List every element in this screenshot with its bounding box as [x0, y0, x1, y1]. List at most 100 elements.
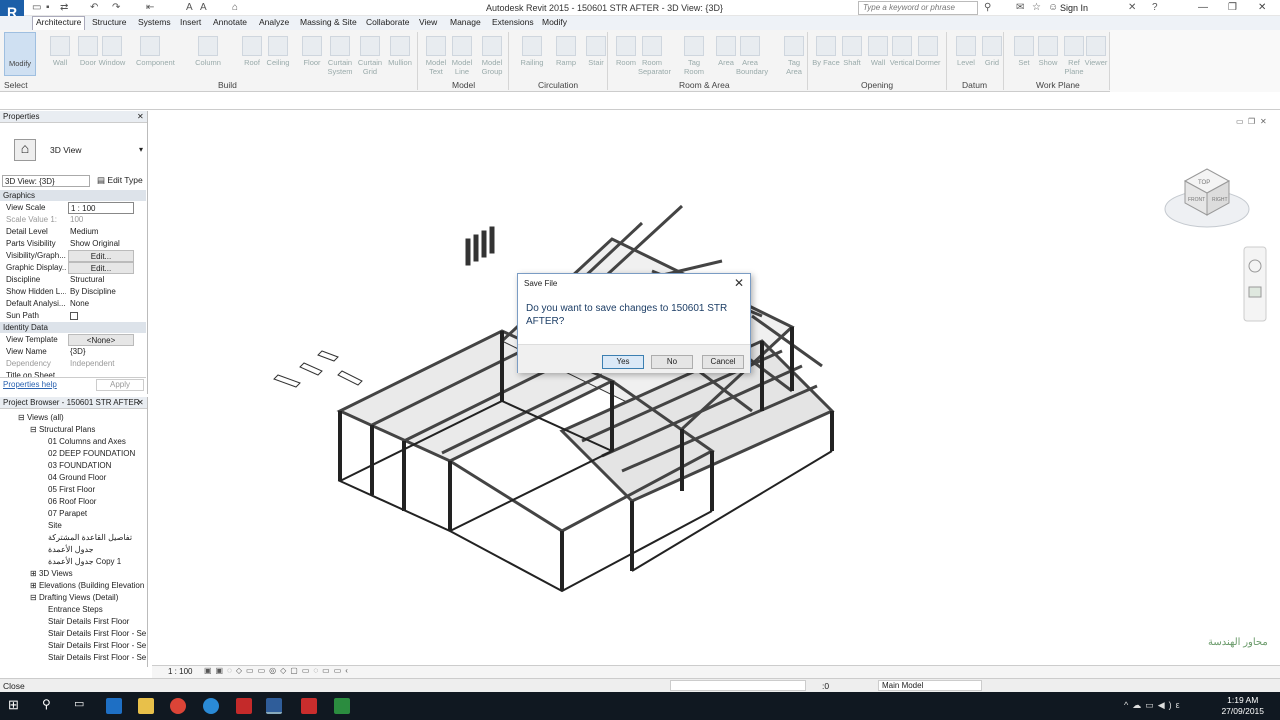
filter-count[interactable]: :0	[822, 681, 829, 691]
property-row[interactable]: Dependency Independent	[0, 358, 134, 370]
tab-extensions[interactable]: Extensions	[492, 17, 534, 27]
apply-button[interactable]: Apply	[96, 379, 144, 391]
viewport-restore-icon[interactable]: ❐	[1248, 117, 1255, 126]
viewport-close-icon[interactable]: ✕	[1260, 117, 1267, 126]
system-tray-icons[interactable]: ^☁▭◀)ε	[1124, 700, 1184, 711]
redo-icon[interactable]: ↷	[112, 2, 120, 14]
property-value[interactable]: 1 : 100	[68, 202, 134, 214]
tab-modify[interactable]: Modify	[542, 17, 567, 27]
browser-item[interactable]: Stair Details First Floor - Se	[48, 641, 146, 650]
browser-item[interactable]: 04 Ground Floor	[48, 473, 106, 482]
browser-item[interactable]: 05 First Floor	[48, 485, 95, 494]
property-row[interactable]: View Template <None>	[0, 334, 134, 346]
ribbon-button-vertical[interactable]: Vertical	[888, 34, 916, 82]
property-row[interactable]: Default Analysi... None	[0, 298, 134, 310]
group-identity-data[interactable]: Identity Data	[0, 322, 146, 333]
internet-explorer-icon[interactable]	[203, 698, 219, 714]
property-row[interactable]: Detail Level Medium	[0, 226, 134, 238]
design-option-selector[interactable]: Main Model	[878, 680, 982, 691]
task-view-icon[interactable]: ▭	[74, 697, 84, 710]
ribbon-button-stair[interactable]: Stair	[582, 34, 610, 82]
tab-structure[interactable]: Structure	[92, 17, 127, 27]
start-icon[interactable]: ⊞	[8, 697, 19, 713]
pdf-reader-icon[interactable]	[301, 698, 317, 714]
view-scale[interactable]: 1 : 100	[168, 667, 192, 676]
cancel-button[interactable]: Cancel	[702, 355, 744, 369]
property-value[interactable]: Medium	[68, 226, 134, 238]
group-graphics[interactable]: Graphics	[0, 190, 146, 201]
measure-icon[interactable]: ⇤	[146, 2, 154, 14]
tab-collaborate[interactable]: Collaborate	[366, 17, 409, 27]
properties-help-link[interactable]: Properties help	[3, 380, 57, 389]
tab-annotate[interactable]: Annotate	[213, 17, 247, 27]
property-value[interactable]: Edit...	[68, 262, 134, 274]
ribbon-button-dormer[interactable]: Dormer	[914, 34, 942, 82]
browser-item[interactable]: جدول الأعمدة Copy 1	[48, 557, 121, 566]
browser-item[interactable]: ⊟ Drafting Views (Detail)	[30, 593, 118, 602]
ribbon-button-room[interactable]: Room	[612, 34, 640, 82]
ribbon-button-tag-room[interactable]: Tag Room	[680, 34, 708, 82]
property-value[interactable]: 100	[68, 214, 134, 226]
property-row[interactable]: Show Hidden L... By Discipline	[0, 286, 134, 298]
expand-toggle-icon[interactable]: ⊞	[30, 569, 39, 578]
property-row[interactable]: Parts Visibility Show Original	[0, 238, 134, 250]
ribbon-button-shaft[interactable]: Shaft	[838, 34, 866, 82]
open-icon[interactable]: ▭	[32, 2, 41, 14]
sign-in-link[interactable]: Sign In	[1060, 3, 1088, 13]
communication-icon[interactable]: ✉	[1016, 2, 1024, 14]
property-row[interactable]: Visibility/Graph... Edit...	[0, 250, 134, 262]
search-icon[interactable]: ⚲	[42, 697, 51, 711]
undo-icon[interactable]: ↶	[90, 2, 98, 14]
browser-item[interactable]: تفاصيل القاعدة المشتركة	[48, 533, 132, 542]
property-value[interactable]: Show Original	[68, 238, 134, 250]
close-window-icon[interactable]: ✕	[1258, 2, 1266, 13]
ribbon-button-model-text[interactable]: Model Text	[422, 34, 450, 82]
browser-item[interactable]: 06 Roof Floor	[48, 497, 96, 506]
text-bold-icon[interactable]: A	[200, 2, 207, 14]
property-value[interactable]: Structural	[68, 274, 134, 286]
browser-item[interactable]: Stair Details First Floor - Se	[48, 653, 146, 662]
property-row[interactable]: View Scale 1 : 100	[0, 202, 134, 214]
browser-item[interactable]: 07 Parapet	[48, 509, 87, 518]
expand-toggle-icon[interactable]: ⊟	[30, 425, 39, 434]
edit-type-button[interactable]: ▤ Edit Type	[97, 175, 143, 186]
view-selector[interactable]: 3D View: {3D}	[2, 175, 90, 187]
ribbon-button-by-face[interactable]: By Face	[812, 34, 840, 82]
ribbon-button-ramp[interactable]: Ramp	[552, 34, 580, 82]
revit-icon[interactable]	[266, 698, 282, 714]
ribbon-button-curtain-system[interactable]: Curtain System	[326, 34, 354, 82]
browser-item[interactable]: جدول الأعمدة	[48, 545, 94, 554]
ribbon-button-floor[interactable]: Floor	[298, 34, 326, 82]
close-icon[interactable]: ✕	[137, 112, 144, 121]
edge-browser-icon[interactable]	[106, 698, 122, 714]
ribbon-button-curtain-grid[interactable]: Curtain Grid	[356, 34, 384, 82]
save-icon[interactable]: ▪	[46, 2, 50, 14]
ribbon-button-room-separator[interactable]: Room Separator	[638, 34, 671, 82]
browser-item[interactable]: Entrance Steps	[48, 605, 103, 614]
browser-item[interactable]: ⊞ Elevations (Building Elevation	[30, 581, 144, 590]
property-row[interactable]: View Name {3D}	[0, 346, 134, 358]
property-value[interactable]: Independent	[68, 358, 134, 370]
workset-selector[interactable]	[670, 680, 806, 691]
ribbon-button-area-boundary[interactable]: Area Boundary	[736, 34, 768, 82]
property-value[interactable]: By Discipline	[68, 286, 134, 298]
view-control-icons[interactable]: ▣▣◌◇▭▭◎◇▢▭◌▭▭‹	[204, 666, 352, 675]
modify-button[interactable]: Modify	[4, 32, 36, 76]
ribbon-button-column[interactable]: Column	[194, 34, 222, 82]
tab-insert[interactable]: Insert	[180, 17, 201, 27]
close-icon[interactable]: ✕	[734, 276, 744, 290]
browser-item[interactable]: 02 DEEP FOUNDATION	[48, 449, 135, 458]
panel-select[interactable]: Select	[4, 80, 28, 90]
browser-item[interactable]: ⊞ 3D Views	[30, 569, 73, 578]
3d-view-icon[interactable]: ⌂	[232, 2, 238, 14]
tab-view[interactable]: View	[419, 17, 437, 27]
restore-icon[interactable]: ❐	[1228, 2, 1237, 13]
help-icon[interactable]: ?	[1152, 2, 1158, 14]
ribbon-button-level[interactable]: Level	[952, 34, 980, 82]
viewport-minimize-icon[interactable]: ▭	[1236, 117, 1244, 126]
expand-toggle-icon[interactable]: ⊞	[30, 581, 39, 590]
ribbon-button-show[interactable]: Show	[1034, 34, 1062, 82]
search-input[interactable]: Type a keyword or phrase	[858, 1, 978, 15]
property-value[interactable]: <None>	[68, 334, 134, 346]
ribbon-button-window[interactable]: Window	[98, 34, 126, 82]
